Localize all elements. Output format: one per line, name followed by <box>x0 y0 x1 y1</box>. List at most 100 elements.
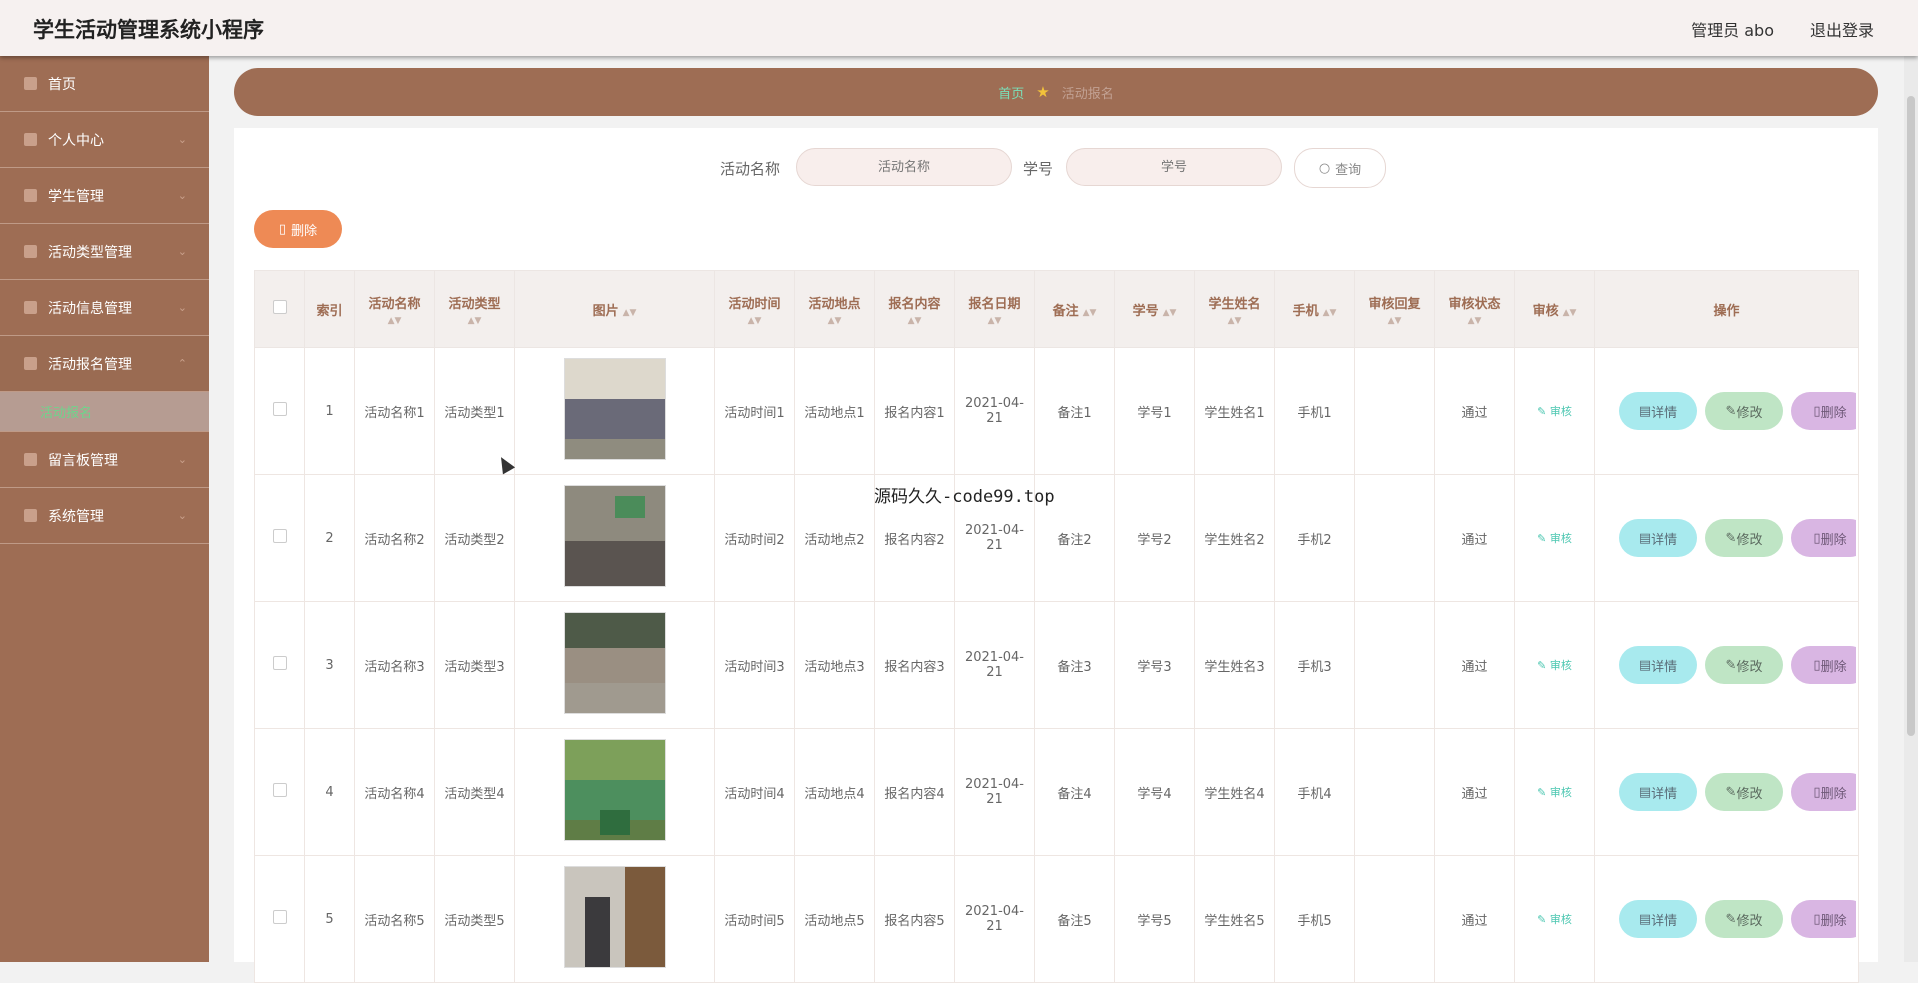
audit-link[interactable]: ✎ 审核 <box>1537 405 1572 418</box>
detail-button[interactable]: ▤ 详情 <box>1619 392 1697 430</box>
batch-delete-button[interactable]: ▯ 删除 <box>254 210 342 248</box>
header-audit-status[interactable]: 审核状态 ▲▼ <box>1434 270 1515 348</box>
header-remark[interactable]: 备注 ▲▼ <box>1034 270 1115 348</box>
detail-button[interactable]: ▤ 详情 <box>1619 900 1697 938</box>
header-activity-type[interactable]: 活动类型 ▲▼ <box>434 270 515 348</box>
row-select[interactable] <box>254 601 305 729</box>
signup-table: 索引 活动名称 ▲▼ 活动类型 ▲▼ 图片 ▲▼ 活动时间 ▲▼ 活动地点 ▲▼ 报名内容… <box>254 270 1859 983</box>
audit-link-label: 审核 <box>1549 659 1572 672</box>
header-audit[interactable]: 审核 ▲▼ <box>1514 270 1595 348</box>
header-activity-time[interactable]: 活动时间 ▲▼ <box>714 270 795 348</box>
detail-button[interactable]: ▤ 详情 <box>1619 646 1697 684</box>
detail-button[interactable]: ▤ 详情 <box>1619 519 1697 557</box>
row-checkbox[interactable] <box>272 656 287 670</box>
sort-icon[interactable]: ▲▼ <box>437 316 512 326</box>
activity-photo[interactable] <box>563 612 666 714</box>
activity-photo[interactable] <box>563 739 666 841</box>
query-button[interactable]: ○ 查询 <box>1294 148 1386 188</box>
edit-button[interactable]: ✎ 修改 <box>1705 646 1783 684</box>
header-audit-reply[interactable]: 审核回复 ▲▼ <box>1354 270 1435 348</box>
delete-button[interactable]: ▯ 删除 <box>1791 646 1856 684</box>
activity-photo[interactable] <box>563 485 666 587</box>
activity-photo[interactable] <box>563 358 666 460</box>
header-student-name[interactable]: 学生姓名 ▲▼ <box>1194 270 1275 348</box>
delete-button[interactable]: ▯ 删除 <box>1791 392 1856 430</box>
sidebar-item-activity-signup-management[interactable]: 活动报名管理 ⌃ <box>0 336 209 392</box>
sort-icon[interactable]: ▲▼ <box>1197 316 1272 326</box>
sort-icon[interactable]: ▲▼ <box>1437 316 1512 326</box>
edit-button[interactable]: ✎ 修改 <box>1705 519 1783 557</box>
header-picture[interactable]: 图片 ▲▼ <box>514 270 715 348</box>
cell-signup-content: 报名内容5 <box>874 855 955 983</box>
sort-icon[interactable]: ▲▼ <box>797 316 872 326</box>
select-all-checkbox[interactable] <box>272 300 287 314</box>
sidebar-subitem-activity-signup[interactable]: 活动报名 <box>0 392 209 432</box>
activity-photo[interactable] <box>563 866 666 968</box>
student-no-label: 学号 <box>1023 160 1054 178</box>
scrollbar-thumb[interactable] <box>1907 96 1915 736</box>
sort-icon[interactable]: ▲▼ <box>957 316 1032 326</box>
cell-operations: ▤ 详情 ✎ 修改 ▯ 删除 <box>1594 601 1859 729</box>
row-checkbox[interactable] <box>272 402 287 416</box>
sort-icon[interactable]: ▲▼ <box>1563 308 1577 318</box>
header-signup-date[interactable]: 报名日期 ▲▼ <box>954 270 1035 348</box>
sort-icon[interactable]: ▲▼ <box>1323 308 1337 318</box>
sort-icon[interactable]: ▲▼ <box>357 316 432 326</box>
row-checkbox[interactable] <box>272 910 287 924</box>
header-student-no[interactable]: 学号 ▲▼ <box>1114 270 1195 348</box>
detail-button[interactable]: ▤ 详情 <box>1619 773 1697 811</box>
search-form: 活动名称 学号 ○ 查询 <box>234 148 1878 188</box>
delete-button[interactable]: ▯ 删除 <box>1791 900 1856 938</box>
header-select-all[interactable] <box>254 270 305 348</box>
sidebar-item-system-management[interactable]: 系统管理 ⌄ <box>0 488 209 544</box>
sidebar-item-label: 活动信息管理 <box>48 300 132 317</box>
cell-activity-time: 活动时间5 <box>714 855 795 983</box>
header-activity-place[interactable]: 活动地点 ▲▼ <box>794 270 875 348</box>
audit-link[interactable]: ✎ 审核 <box>1537 913 1572 926</box>
delete-button[interactable]: ▯ 删除 <box>1791 519 1856 557</box>
sort-icon[interactable]: ▲▼ <box>1357 316 1432 326</box>
header-phone[interactable]: 手机 ▲▼ <box>1274 270 1355 348</box>
watermark-text: 源码久久-code99.top <box>874 487 1055 507</box>
student-no-input[interactable] <box>1066 148 1282 186</box>
header-signup-content[interactable]: 报名内容 ▲▼ <box>874 270 955 348</box>
edit-button[interactable]: ✎ 修改 <box>1705 773 1783 811</box>
sidebar-item-message-board-management[interactable]: 留言板管理 ⌄ <box>0 432 209 488</box>
sidebar-item-activity-type-management[interactable]: 活动类型管理 ⌄ <box>0 224 209 280</box>
sidebar-item-activity-info-management[interactable]: 活动信息管理 ⌄ <box>0 280 209 336</box>
row-select[interactable] <box>254 347 305 475</box>
user-icon <box>24 133 37 146</box>
row-checkbox[interactable] <box>272 529 287 543</box>
sidebar-item-student-management[interactable]: 学生管理 ⌄ <box>0 168 209 224</box>
row-checkbox[interactable] <box>272 783 287 797</box>
cell-activity-type: 活动类型2 <box>434 474 515 602</box>
row-select[interactable] <box>254 474 305 602</box>
breadcrumb-home[interactable]: 首页 <box>998 83 1024 102</box>
sort-icon[interactable]: ▲▼ <box>877 316 952 326</box>
audit-link[interactable]: ✎ 审核 <box>1537 532 1572 545</box>
logout-link[interactable]: 退出登录 <box>1810 17 1874 41</box>
cell-audit-status: 通过 <box>1434 474 1515 602</box>
row-select[interactable] <box>254 855 305 983</box>
page-scrollbar[interactable] <box>1904 56 1918 962</box>
row-select[interactable] <box>254 728 305 856</box>
header-label: 操作 <box>1713 303 1740 319</box>
sort-icon[interactable]: ▲▼ <box>717 316 792 326</box>
audit-link[interactable]: ✎ 审核 <box>1537 659 1572 672</box>
header-activity-name[interactable]: 活动名称 ▲▼ <box>354 270 435 348</box>
delete-button[interactable]: ▯ 删除 <box>1791 773 1856 811</box>
sort-icon[interactable]: ▲▼ <box>1163 308 1177 318</box>
sidebar-item-home[interactable]: 首页 <box>0 56 209 112</box>
audit-link[interactable]: ✎ 审核 <box>1537 786 1572 799</box>
sidebar-item-personal-center[interactable]: 个人中心 ⌄ <box>0 112 209 168</box>
sidebar-item-label: 系统管理 <box>48 508 104 525</box>
sort-icon[interactable]: ▲▼ <box>623 308 637 318</box>
activity-name-input[interactable] <box>796 148 1012 186</box>
edit-button[interactable]: ✎ 修改 <box>1705 900 1783 938</box>
sort-icon[interactable]: ▲▼ <box>1083 308 1097 318</box>
edit-button[interactable]: ✎ 修改 <box>1705 392 1783 430</box>
row-actions: ▤ 详情 ✎ 修改 ▯ 删除 <box>1597 900 1856 938</box>
delete-label: 删除 <box>1820 913 1847 929</box>
cell-activity-time: 活动时间1 <box>714 347 795 475</box>
trash-icon: ▯ <box>1813 530 1821 546</box>
